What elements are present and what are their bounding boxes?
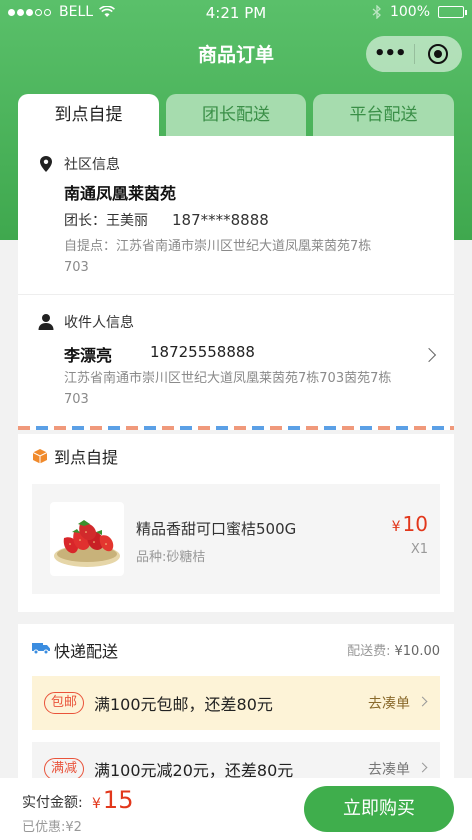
pay-amount: ¥15	[92, 786, 133, 814]
pickup-section-card: 到点自提 精品香甜可口蜜桔500G 品种:砂糖桔 ¥10 X1	[18, 434, 454, 612]
shipping-fee: 配送费: ¥10.00	[347, 640, 440, 659]
battery-percent: 100%	[389, 4, 430, 20]
product-price: ¥10	[392, 512, 428, 536]
discount-text: 已优惠:¥2	[22, 820, 82, 835]
leader-label: 团长：王美丽	[64, 213, 148, 229]
promo-free-shipping[interactable]: 包邮 满100元包邮，还差80元 去凑单	[32, 676, 440, 730]
product-item[interactable]: 精品香甜可口蜜桔500G 品种:砂糖桔 ¥10 X1	[32, 484, 440, 594]
location-pin-icon	[40, 156, 52, 172]
add-items-link[interactable]: 去凑单	[368, 759, 410, 779]
checkout-bar: 实付金额: ¥15 已优惠:¥2 立即购买	[0, 778, 472, 840]
community-name: 南通凤凰莱茵苑	[64, 184, 177, 203]
package-icon	[32, 449, 48, 464]
fee-label: 配送费:	[347, 644, 391, 659]
fee-value: ¥10.00	[394, 644, 441, 659]
product-quantity: X1	[410, 542, 428, 557]
leader-phone: 187****8888	[172, 211, 269, 229]
express-section-card: 快递配送 配送费: ¥10.00 包邮 满100元包邮，还差80元 去凑单 满减 …	[18, 624, 454, 796]
tab-pickup[interactable]: 到点自提	[18, 94, 159, 138]
price-currency: ¥	[391, 519, 401, 535]
community-section-title: 社区信息	[64, 157, 120, 173]
person-icon	[38, 314, 54, 330]
tab-platform-delivery[interactable]: 平台配送	[313, 94, 454, 138]
express-section-title: 快递配送	[54, 642, 119, 661]
truck-icon	[32, 643, 50, 655]
chevron-right-icon	[417, 696, 428, 707]
pay-label: 实付金额:	[22, 795, 83, 811]
pay-value: 15	[102, 786, 134, 814]
pickup-section-title: 到点自提	[54, 448, 119, 467]
close-target-button[interactable]	[414, 44, 462, 64]
add-items-link[interactable]: 去凑单	[368, 693, 410, 713]
buy-now-button[interactable]: 立即购买	[304, 786, 454, 832]
leader-info: 团长：王美丽 187****8888	[64, 210, 269, 230]
receiver-section-title: 收件人信息	[64, 315, 134, 331]
product-image	[50, 502, 124, 576]
mini-program-capsule: •••	[366, 36, 462, 72]
receiver-address[interactable]: 江苏省南通市崇川区世纪大道凤凰莱茵苑7栋703茵苑7栋703	[64, 368, 394, 410]
address-card: 社区信息 南通凤凰莱茵苑 团长：王美丽 187****8888 自提点：江苏省南通…	[18, 136, 454, 430]
status-bar: BELL 4:21 PM 100%	[0, 0, 472, 26]
more-icon[interactable]: •••	[366, 36, 414, 72]
pay-currency: ¥	[92, 796, 101, 812]
product-name: 精品香甜可口蜜桔500G	[136, 520, 297, 538]
receiver-name[interactable]: 李漂亮	[64, 342, 112, 366]
promo-tag: 满减	[44, 758, 85, 780]
pickup-point-address: 自提点：江苏省南通市崇川区世纪大道凤凰莱茵苑7栋703	[64, 239, 372, 275]
product-spec: 品种:砂糖桔	[136, 550, 206, 565]
airmail-border	[18, 426, 454, 430]
status-right: 100%	[372, 4, 467, 20]
receiver-phone[interactable]: 18725558888	[150, 343, 255, 361]
bluetooth-icon	[372, 5, 381, 19]
section-divider	[18, 294, 454, 295]
tab-leader-delivery[interactable]: 团长配送	[166, 94, 306, 138]
promo-text: 满100元包邮，还差80元	[94, 695, 273, 714]
price-value: 10	[402, 512, 428, 536]
chevron-right-icon	[417, 762, 428, 773]
promo-tag: 包邮	[44, 692, 85, 714]
target-icon	[428, 44, 449, 64]
battery-icon	[438, 6, 467, 18]
chevron-right-icon[interactable]	[421, 347, 437, 363]
